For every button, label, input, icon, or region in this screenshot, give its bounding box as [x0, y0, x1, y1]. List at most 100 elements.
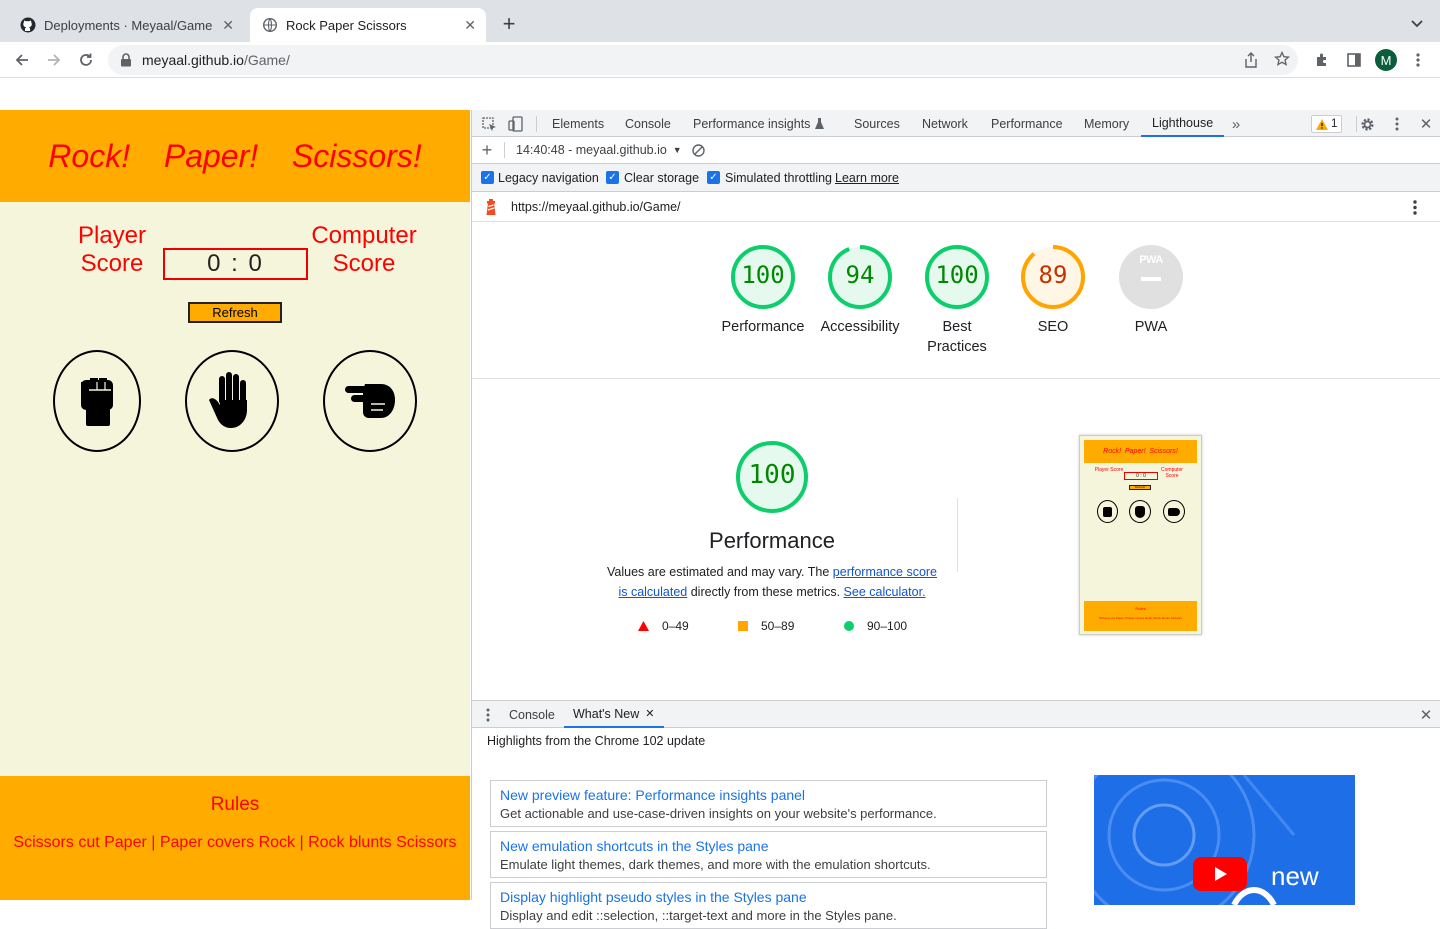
- rules-footer: Rules Scissors cut Paper | Paper covers …: [0, 776, 470, 900]
- browser-tab-rps[interactable]: Rock Paper Scissors ✕: [250, 8, 486, 42]
- lighthouse-options-bar: ✓ Legacy navigation ✓ Clear storage ✓ Si…: [472, 164, 1440, 192]
- video-caption: new: [1271, 861, 1319, 891]
- devtools-panel: Elements Console Performance insights So…: [471, 110, 1440, 929]
- simulated-throttling-checkbox[interactable]: ✓: [707, 171, 720, 184]
- whats-new-item-title[interactable]: New emulation shortcuts in the Styles pa…: [500, 836, 1037, 856]
- score-gauge-performance[interactable]: 100: [729, 243, 797, 311]
- thumb-rules-text: Scissors cut Paper | Paper covers Rock |…: [1098, 616, 1183, 620]
- tab-network[interactable]: Network: [922, 110, 968, 137]
- whats-new-item-title[interactable]: New preview feature: Performance insight…: [500, 785, 1037, 805]
- rules-title: Rules: [210, 794, 260, 815]
- lighthouse-logo-icon: [484, 199, 498, 218]
- report-selector[interactable]: 14:40:48 - meyaal.github.io ▼: [516, 143, 682, 157]
- new-tab-icon[interactable]: +: [498, 13, 520, 36]
- address-bar[interactable]: meyaal.github.io/Game/: [108, 45, 1298, 75]
- performance-description: Values are estimated and may vary. The p…: [602, 562, 942, 602]
- score-gauge-seo[interactable]: 89: [1019, 243, 1087, 311]
- whats-new-item-title[interactable]: Display highlight pseudo styles in the S…: [500, 887, 1037, 907]
- legacy-navigation-label: Legacy navigation: [498, 171, 599, 185]
- legacy-navigation-checkbox[interactable]: ✓: [481, 171, 494, 184]
- tab-sources[interactable]: Sources: [854, 110, 900, 137]
- drawer-menu-icon[interactable]: [482, 707, 494, 723]
- chevron-down-icon[interactable]: [1408, 14, 1426, 32]
- computer-label-line2: Score: [332, 250, 396, 277]
- clear-reports-icon[interactable]: [690, 142, 706, 158]
- clear-storage-checkbox[interactable]: ✓: [606, 171, 619, 184]
- new-report-icon[interactable]: +: [478, 140, 496, 160]
- reload-icon[interactable]: [74, 48, 98, 72]
- score-gauge-accessibility[interactable]: 94: [826, 243, 894, 311]
- legend-average-label: 50–89: [761, 619, 795, 633]
- scissors-button[interactable]: [323, 350, 417, 452]
- extensions-icon[interactable]: [1310, 48, 1334, 72]
- whats-new-video[interactable]: new: [1094, 775, 1355, 905]
- bookmark-star-icon[interactable]: [1273, 50, 1291, 70]
- settings-gear-icon[interactable]: [1358, 115, 1376, 133]
- score-display: 0 : 0: [163, 248, 308, 280]
- side-panel-icon[interactable]: [1342, 48, 1366, 72]
- close-icon[interactable]: ✕: [464, 17, 476, 34]
- vertical-divider: [957, 498, 958, 572]
- performance-heading: Performance: [709, 528, 835, 553]
- whats-new-item[interactable]: New emulation shortcuts in the Styles pa…: [490, 831, 1047, 878]
- green-circle-icon: [844, 621, 854, 631]
- whats-new-item[interactable]: Display highlight pseudo styles in the S…: [490, 882, 1047, 929]
- inspect-element-icon[interactable]: [480, 115, 498, 133]
- tab-lighthouse[interactable]: Lighthouse: [1141, 110, 1225, 137]
- computer-score-label: Computer Score: [304, 222, 424, 278]
- rock-button[interactable]: [53, 350, 141, 452]
- report-menu-icon[interactable]: [1408, 199, 1422, 215]
- tab-performance-insights[interactable]: Performance insights: [693, 110, 825, 137]
- score-gauge-best-practices[interactable]: 100: [923, 243, 991, 311]
- game-title: Rock! Paper! Scissors!: [48, 137, 422, 174]
- learn-more-link[interactable]: Learn more: [835, 171, 899, 185]
- close-devtools-icon[interactable]: ✕: [1417, 115, 1435, 133]
- refresh-button[interactable]: Refresh: [188, 302, 282, 323]
- section-divider: [472, 378, 1440, 379]
- legend-pass: 90–100: [844, 619, 907, 633]
- more-tabs-icon[interactable]: »: [1228, 115, 1244, 133]
- score-label: Performance: [721, 319, 805, 335]
- simulated-throttling-label: Simulated throttling: [725, 171, 833, 185]
- tab-console[interactable]: Console: [625, 110, 671, 137]
- close-icon[interactable]: ✕: [222, 17, 234, 34]
- legend-pass-label: 90–100: [867, 619, 908, 633]
- devtools-drawer: Console What's New ✕ ✕ Highlights from t…: [472, 700, 1440, 929]
- youtube-play-icon[interactable]: [1193, 857, 1247, 891]
- browser-menu-icon[interactable]: [1406, 48, 1430, 72]
- share-icon[interactable]: [1244, 52, 1258, 71]
- page-screenshot-thumbnail[interactable]: Rock! Paper! Scissors! Player Score 0 : …: [1079, 435, 1202, 635]
- profile-avatar[interactable]: M: [1374, 48, 1398, 72]
- dropdown-arrow-icon: ▼: [672, 145, 682, 155]
- forward-icon[interactable]: [42, 48, 66, 72]
- drawer-tab-whats-new[interactable]: What's New ✕: [564, 701, 664, 728]
- warning-icon: [1316, 118, 1328, 130]
- computer-label-line1: Computer: [311, 222, 417, 249]
- back-icon[interactable]: [10, 48, 34, 72]
- paper-button[interactable]: [185, 350, 279, 452]
- tab-memory[interactable]: Memory: [1084, 110, 1129, 137]
- tab-performance-insights-label: Performance insights: [693, 116, 811, 131]
- drawer-tab-console[interactable]: Console: [509, 701, 555, 728]
- fist-icon: [75, 372, 119, 431]
- perf-desc-text-1: Values are estimated and may vary. The: [606, 565, 833, 579]
- drawer-tab-bar: Console What's New ✕ ✕: [472, 701, 1440, 728]
- player-score-label: Player Score: [60, 222, 164, 278]
- warnings-badge[interactable]: 1: [1311, 115, 1343, 133]
- whats-new-heading: Highlights from the Chrome 102 update: [487, 734, 706, 748]
- tab-elements[interactable]: Elements: [552, 110, 604, 137]
- whats-new-item-desc: Get actionable and use-case-driven insig…: [500, 806, 937, 821]
- tab-performance[interactable]: Performance: [991, 110, 1063, 137]
- whats-new-item[interactable]: New preview feature: Performance insight…: [490, 780, 1047, 827]
- report-label: 14:40:48 - meyaal.github.io: [516, 143, 667, 157]
- close-drawer-icon[interactable]: ✕: [1417, 706, 1435, 724]
- url-path: /Game/: [243, 52, 290, 68]
- see-calculator-link[interactable]: See calculator.: [844, 585, 926, 599]
- close-tab-icon[interactable]: ✕: [645, 707, 654, 720]
- browser-tab-deployments[interactable]: Deployments · Meyaal/Game ✕: [8, 8, 244, 42]
- orange-square-icon: [738, 621, 748, 631]
- thumb-footer: Rules Scissors cut Paper | Paper covers …: [1084, 601, 1197, 631]
- device-toolbar-icon[interactable]: [506, 115, 524, 133]
- devtools-menu-icon[interactable]: [1388, 115, 1406, 133]
- score-gauge-pwa[interactable]: PWA: [1117, 243, 1185, 311]
